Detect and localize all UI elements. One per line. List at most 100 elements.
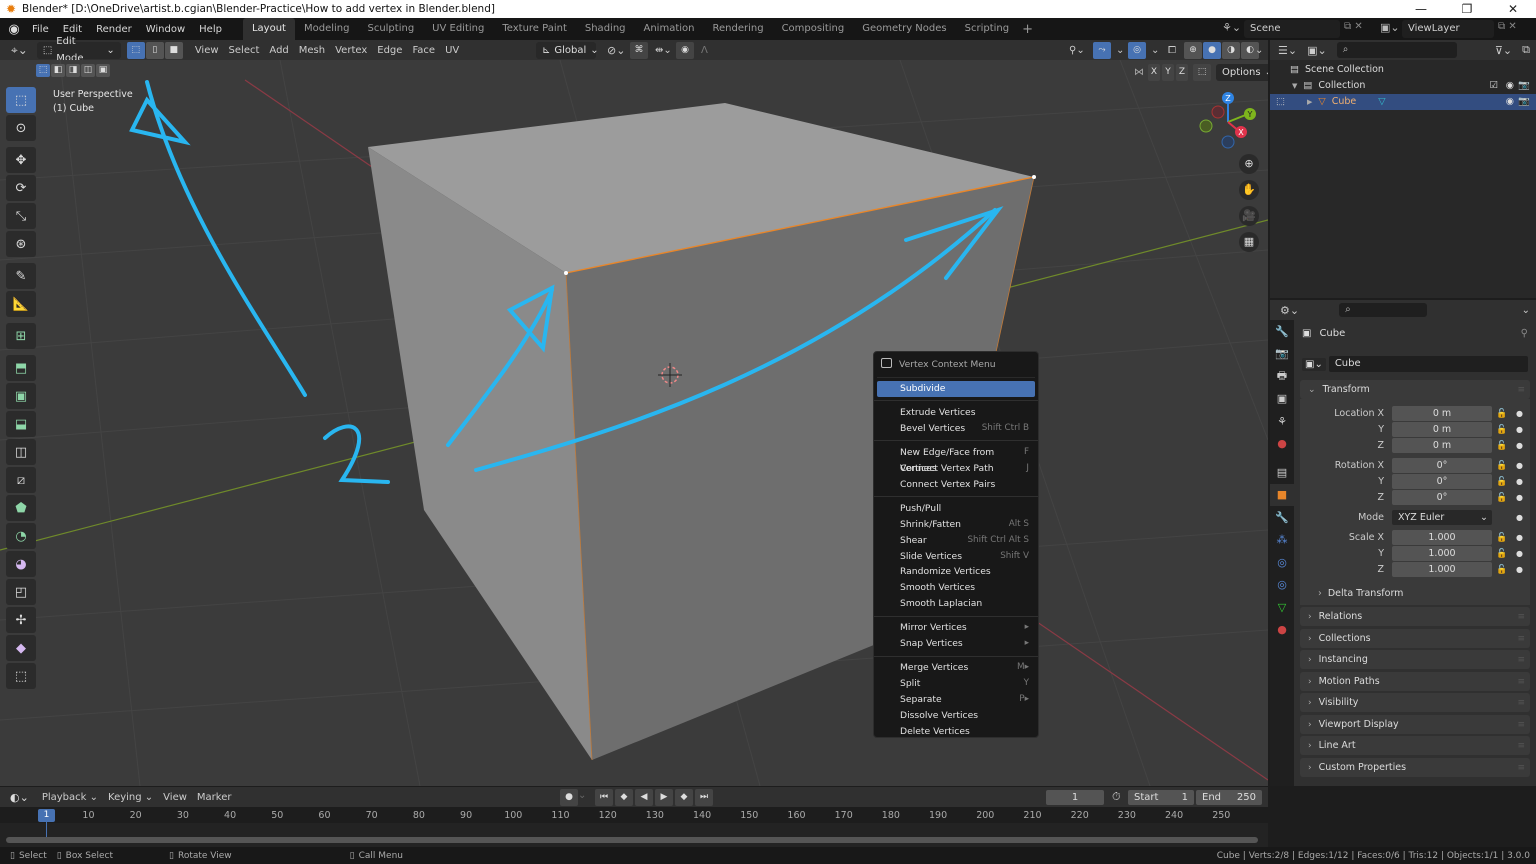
keyframe-dot-icon[interactable]: ● [1516,493,1523,502]
edge-slide-tool-icon[interactable]: ◰ [6,579,36,605]
menu-add[interactable]: Add [264,42,293,59]
scale-tool-icon[interactable]: ⤡ [6,203,36,229]
view-layer-tab-icon[interactable]: ▣ [1270,388,1294,411]
menu-playback[interactable]: Playback ⌄ [37,789,103,806]
next-keyframe-icon[interactable]: ◆ [675,789,693,806]
grid-ortho-icon[interactable]: ▦ [1239,232,1259,252]
panel-custom-properties[interactable]: › Custom Properties ≡ [1300,758,1530,777]
inset-faces-tool-icon[interactable]: ▣ [6,383,36,409]
material-tab-icon[interactable]: ● [1270,619,1294,642]
loop-cut-tool-icon[interactable]: ◫ [6,439,36,465]
tab-uv-editing[interactable]: UV Editing [423,18,493,40]
tab-rendering[interactable]: Rendering [703,18,772,40]
lock-icon[interactable]: 🔓 [1496,477,1510,487]
menu-item-connect-vertex-pairs[interactable]: Connect Vertex Pairs [877,477,1035,493]
minimize-button[interactable]: — [1398,0,1444,18]
panel-instancing[interactable]: › Instancing ≡ [1300,650,1530,669]
pivot-icon[interactable]: ⊘⌄ [602,42,630,59]
camera-icon[interactable]: 📷 [1518,94,1530,110]
smooth-tool-icon[interactable]: ◕ [6,551,36,577]
start-frame-field[interactable]: Start 1 [1128,790,1194,805]
tab-animation[interactable]: Animation [635,18,704,40]
snap-target-icon[interactable]: ⇹⌄ [650,42,677,59]
keyframe-dot-icon[interactable]: ● [1516,441,1523,450]
menu-item-snap-vertices[interactable]: Snap Vertices ▸ [877,636,1035,652]
mirror-z-toggle[interactable]: Z [1176,64,1188,81]
extrude-region-tool-icon[interactable]: ⬒ [6,355,36,381]
outliner-row-cube[interactable]: ⬚ ▶ ▽ Cube ▽ ◉ 📷 [1270,94,1536,110]
add-workspace-button[interactable]: + [1018,22,1037,37]
menu-item-dissolve-vertices[interactable]: Dissolve Vertices [877,708,1035,724]
scene-icon[interactable]: ⚘⌄ [1222,21,1241,34]
data-tab-icon[interactable]: ▽ [1270,596,1294,619]
panel-viewport-display[interactable]: › Viewport Display ≡ [1300,715,1530,734]
menu-item-merge-vertices[interactable]: Merge Vertices M▸ [877,660,1035,676]
delta-transform-subpanel[interactable]: › Delta Transform [1318,588,1403,599]
particles-tab-icon[interactable]: ⁂ [1270,529,1294,552]
menu-select[interactable]: Select [224,42,265,59]
measure-tool-icon[interactable]: 📐 [6,291,36,317]
panel-visibility[interactable]: › Visibility ≡ [1300,693,1530,712]
drag-handle-icon[interactable]: ≡ [1517,385,1524,395]
drag-handle-icon[interactable]: ≡ [1517,612,1524,622]
falloff-icon[interactable]: Λ [696,42,713,59]
location-z-field[interactable]: 0 m [1392,438,1492,453]
prev-keyframe-icon[interactable]: ◆ [615,789,633,806]
physics-tab-icon[interactable]: ◎ [1270,551,1294,574]
menu-item-separate[interactable]: Separate P▸ [877,692,1035,708]
modifier-tab-icon[interactable]: 🔧 [1270,506,1294,529]
outliner-row-collection[interactable]: ▼ ▤ Collection ☑ ◉ 📷 [1270,78,1536,94]
solid-shading-icon[interactable]: ● [1203,42,1221,59]
panel-collections[interactable]: › Collections ≡ [1300,629,1530,648]
current-frame-field[interactable]: 1 [1046,790,1104,805]
menu-edge[interactable]: Edge [372,42,407,59]
keyframe-dot-icon[interactable]: ● [1516,549,1523,558]
annotate-tool-icon[interactable]: ✎ [6,263,36,289]
transform-panel-header[interactable]: ⌄ Transform ≡ [1300,380,1530,399]
menu-keying[interactable]: Keying ⌄ [103,789,158,806]
chevron-down-icon[interactable]: ⌄ [578,790,586,801]
menu-item-new-edge-face[interactable]: New Edge/Face from Vertices F [877,445,1035,474]
wireframe-shading-icon[interactable]: ⊕ [1184,42,1202,59]
timeline-scrollbar[interactable] [6,837,1258,843]
properties-editor-icon[interactable]: ⚙⌄ [1280,304,1299,317]
world-tab-icon[interactable]: ● [1270,433,1294,456]
output-tab-icon[interactable]: 🖶 [1270,365,1294,388]
constraints-tab-icon[interactable]: ◎ [1270,574,1294,597]
drag-handle-icon[interactable]: ≡ [1517,720,1524,730]
knife-tool-icon[interactable]: ⧄ [6,467,36,493]
close-button[interactable]: ✕ [1490,0,1536,18]
menu-item-shear[interactable]: Shear Shift Ctrl Alt S [877,533,1035,549]
menu-face[interactable]: Face [407,42,440,59]
menu-view[interactable]: View [158,789,192,806]
mesh-data-icon[interactable]: ▽ [1378,94,1385,110]
play-reverse-icon[interactable]: ◀ [635,789,653,806]
poly-build-tool-icon[interactable]: ⬟ [6,495,36,521]
xray-icon[interactable]: ⧠ [1163,42,1181,59]
chevron-down-icon[interactable]: ⌄ [1250,42,1268,59]
edge-select-icon[interactable]: ▯ [145,41,164,59]
scene-selector[interactable]: Scene [1244,20,1340,38]
menu-item-split[interactable]: Split Y [877,676,1035,692]
location-y-field[interactable]: 0 m [1392,422,1492,437]
material-shading-icon[interactable]: ◑ [1222,42,1240,59]
menu-item-delete-vertices[interactable]: Delete Vertices [877,724,1035,740]
keyframe-dot-icon[interactable]: ● [1516,477,1523,486]
tab-texture-paint[interactable]: Texture Paint [493,18,576,40]
display-mode-icon[interactable]: ▣⌄ [1307,44,1327,57]
move-tool-icon[interactable]: ✥ [6,147,36,173]
lock-icon[interactable]: 🔓 [1496,533,1510,543]
select-extend-icon[interactable]: ◧ [51,64,65,77]
lock-icon[interactable]: 🔓 [1496,409,1510,419]
menu-item-bevel-vertices[interactable]: Bevel Vertices Shift Ctrl B [877,421,1035,437]
menu-window[interactable]: Window [139,24,192,35]
tab-scripting[interactable]: Scripting [956,18,1018,40]
options-dropdown[interactable]: Options ⌄ [1216,64,1268,81]
playhead-frame[interactable]: 1 [38,809,55,822]
tab-compositing[interactable]: Compositing [773,18,854,40]
lock-icon[interactable]: 🔓 [1496,549,1510,559]
scale-x-field[interactable]: 1.000 [1392,530,1492,545]
expand-arrow-icon[interactable]: ▼ [1292,78,1297,94]
object-tab-icon[interactable]: ■ [1270,483,1294,506]
camera-icon[interactable]: 🎥 [1239,206,1259,226]
